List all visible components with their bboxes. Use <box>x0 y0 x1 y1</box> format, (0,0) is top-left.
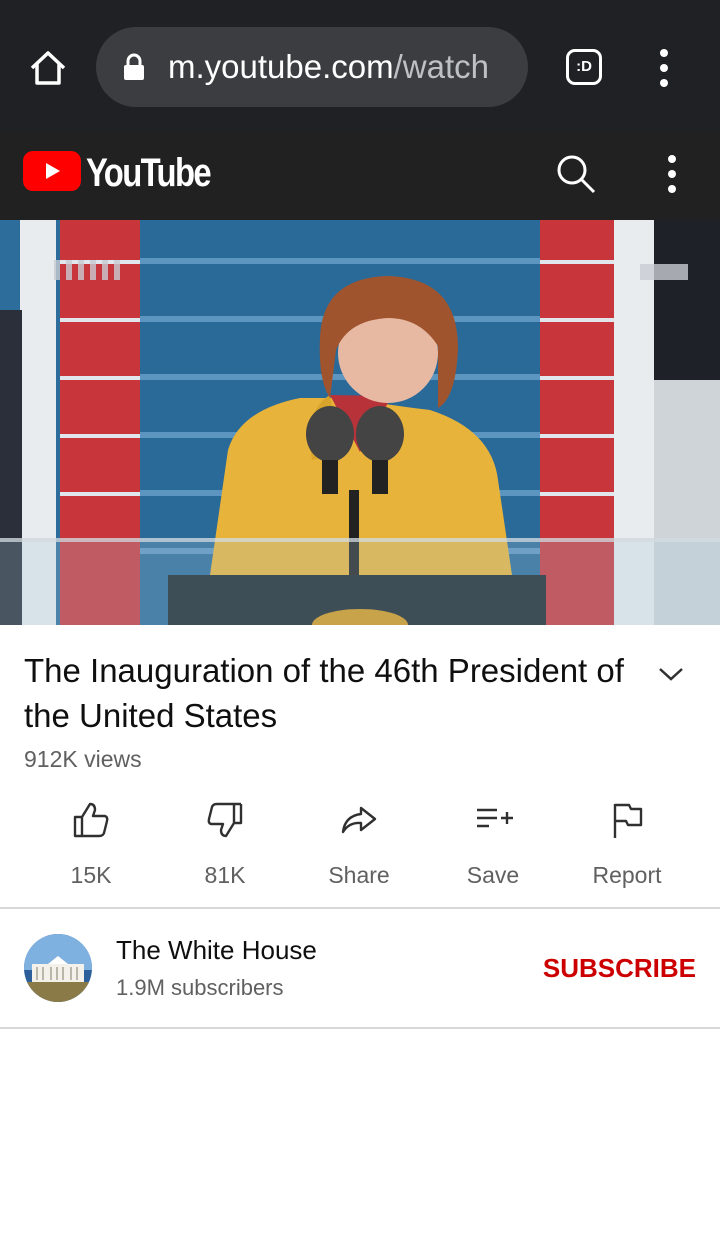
subscriber-count: 1.9M subscribers <box>116 975 284 1000</box>
url-text: m.youtube.com/watch <box>168 46 516 88</box>
video-player[interactable] <box>0 220 720 625</box>
browser-toolbar: m.youtube.com/watch :D <box>0 0 720 132</box>
url-path: /watch <box>393 48 489 85</box>
share-icon <box>341 806 377 834</box>
share-button[interactable]: Share <box>292 800 426 890</box>
report-label: Report <box>592 862 662 888</box>
youtube-menu-icon[interactable] <box>662 153 682 195</box>
youtube-logo-text[interactable]: YouTube <box>86 152 212 194</box>
thumbs-down-icon <box>207 802 243 838</box>
tab-switcher-button[interactable]: :D <box>566 49 602 85</box>
like-count: 15K <box>70 862 112 888</box>
like-button[interactable]: 15K <box>24 800 158 890</box>
save-label: Save <box>466 862 520 888</box>
youtube-header: YouTube <box>0 132 720 220</box>
share-label: Share <box>328 862 390 888</box>
lock-icon <box>124 53 144 80</box>
video-frame-image <box>0 220 720 625</box>
dislike-button[interactable]: 81K <box>158 800 292 890</box>
address-bar[interactable]: m.youtube.com/watch <box>96 27 528 107</box>
browser-menu-icon[interactable] <box>654 47 674 89</box>
channel-row[interactable]: The White House 1.9M subscribers SUBSCRI… <box>0 909 720 1027</box>
thumbs-up-icon <box>73 802 109 838</box>
channel-name[interactable]: The White House <box>116 933 317 967</box>
save-button[interactable]: Save <box>426 800 560 890</box>
home-icon[interactable] <box>26 46 70 90</box>
video-title[interactable]: The Inauguration of the 46th President o… <box>24 648 644 738</box>
subscribe-button[interactable]: SUBSCRIBE <box>543 951 696 985</box>
search-icon[interactable] <box>554 152 598 196</box>
chevron-down-icon[interactable] <box>656 664 686 684</box>
view-count: 912K views <box>24 746 142 772</box>
flag-icon <box>613 803 643 838</box>
dislike-count: 81K <box>204 862 246 888</box>
playlist-add-icon <box>477 808 513 828</box>
youtube-logo-icon[interactable] <box>23 151 81 191</box>
report-button[interactable]: Report <box>560 800 694 890</box>
channel-avatar[interactable] <box>24 934 92 1002</box>
white-house-avatar-icon <box>24 934 92 1002</box>
action-bar: 15K 81K Share Save Report <box>24 800 696 890</box>
divider <box>0 1027 720 1029</box>
url-host: m.youtube.com <box>168 48 394 85</box>
